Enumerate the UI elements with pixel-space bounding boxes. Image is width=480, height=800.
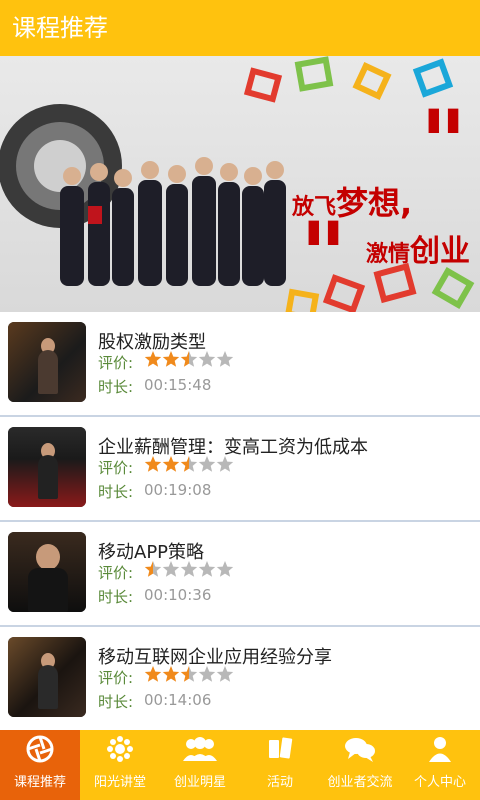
star-icon (216, 456, 234, 472)
chat-icon (345, 738, 375, 762)
star-icon (180, 456, 198, 472)
rating-stars (144, 350, 234, 372)
star-icon (216, 666, 234, 682)
star-icon (162, 456, 180, 472)
duration-label: 时长: (98, 588, 134, 606)
star-icon (198, 456, 216, 472)
tab-label: 活动 (266, 775, 293, 790)
star-icon (162, 351, 180, 367)
duration-label: 时长: (98, 693, 134, 711)
star-rating-icons (144, 666, 234, 682)
banner-slogan-line1: 放飞梦想, (292, 184, 413, 222)
tab-course-recommend[interactable]: 课程推荐 (0, 730, 80, 800)
course-thumbnail (8, 532, 86, 612)
tab-entrepreneur-exchange[interactable]: 创业者交流 (320, 730, 400, 800)
star-icon (180, 351, 198, 367)
course-thumbnail (8, 322, 86, 402)
star-icon (180, 561, 198, 577)
duration-label: 时长: (98, 483, 134, 501)
person-icon (429, 737, 451, 762)
star-icon (198, 351, 216, 367)
course-duration: 00:15:48 (144, 376, 212, 394)
duration-label: 时长: (98, 378, 134, 396)
tab-personal-center[interactable]: 个人中心 (400, 730, 480, 800)
star-icon (162, 561, 180, 577)
promo-banner[interactable]: " " 放飞梦想, 激情创业 (0, 56, 480, 312)
tab-activities[interactable]: 活动 (240, 730, 320, 800)
star-icon (144, 561, 162, 577)
star-rating-icons (144, 351, 234, 367)
svg-text:": " (420, 90, 467, 196)
course-item[interactable]: 移动APP策略 评价: 时长: 00:10:36 (0, 522, 480, 627)
tab-label: 阳光讲堂 (93, 775, 146, 790)
tab-startup-stars[interactable]: 创业明星 (160, 730, 240, 800)
rating-label: 评价: (98, 564, 134, 582)
tab-label: 课程推荐 (13, 775, 66, 790)
course-item[interactable]: 股权激励类型 评价: 时长: 00:15:48 (0, 312, 480, 417)
course-item[interactable]: 企业薪酬管理：变高工资为低成本 评价: 时长: 00:19:08 (0, 417, 480, 522)
star-rating-icons (144, 456, 234, 472)
star-icon (144, 666, 162, 682)
sun-icon (107, 736, 133, 762)
page-title: 课程推荐 (12, 14, 108, 42)
star-icon (162, 666, 180, 682)
banner-slogan-line2: 激情创业 (366, 234, 471, 269)
course-duration: 00:10:36 (144, 586, 212, 604)
course-list: 股权激励类型 评价: 时长: 00:15:48 企业薪酬管理：变高工资为低成本 … (0, 312, 480, 732)
tab-label: 创业者交流 (327, 775, 393, 790)
bottom-tab-bar: 课程推荐 阳光讲堂 创业明星 活动 创业者交流 个人中心 (0, 730, 480, 800)
course-thumbnail (8, 637, 86, 717)
course-duration: 00:19:08 (144, 481, 212, 499)
top-bar: 课程推荐 (0, 0, 480, 56)
star-icon (144, 351, 162, 367)
course-thumbnail (8, 427, 86, 507)
star-icon (216, 561, 234, 577)
star-icon (144, 456, 162, 472)
rating-stars (144, 455, 234, 477)
rating-label: 评价: (98, 669, 134, 687)
puzzle-icon (269, 737, 293, 759)
rating-stars (144, 665, 234, 687)
rating-label: 评价: (98, 354, 134, 372)
course-duration: 00:14:06 (144, 691, 212, 709)
star-icon (198, 666, 216, 682)
tab-label: 个人中心 (413, 775, 466, 790)
star-icon (180, 666, 198, 682)
rating-label: 评价: (98, 459, 134, 477)
course-item[interactable]: 移动互联网企业应用经验分享 评价: 时长: 00:14:06 (0, 627, 480, 732)
tab-label: 创业明星 (173, 775, 226, 790)
tab-sunshine-lecture[interactable]: 阳光讲堂 (80, 730, 160, 800)
star-icon (198, 561, 216, 577)
rating-stars (144, 560, 234, 582)
aperture-icon (26, 735, 54, 763)
star-rating-icons (144, 561, 234, 577)
people-icon (183, 737, 217, 761)
star-icon (216, 351, 234, 367)
